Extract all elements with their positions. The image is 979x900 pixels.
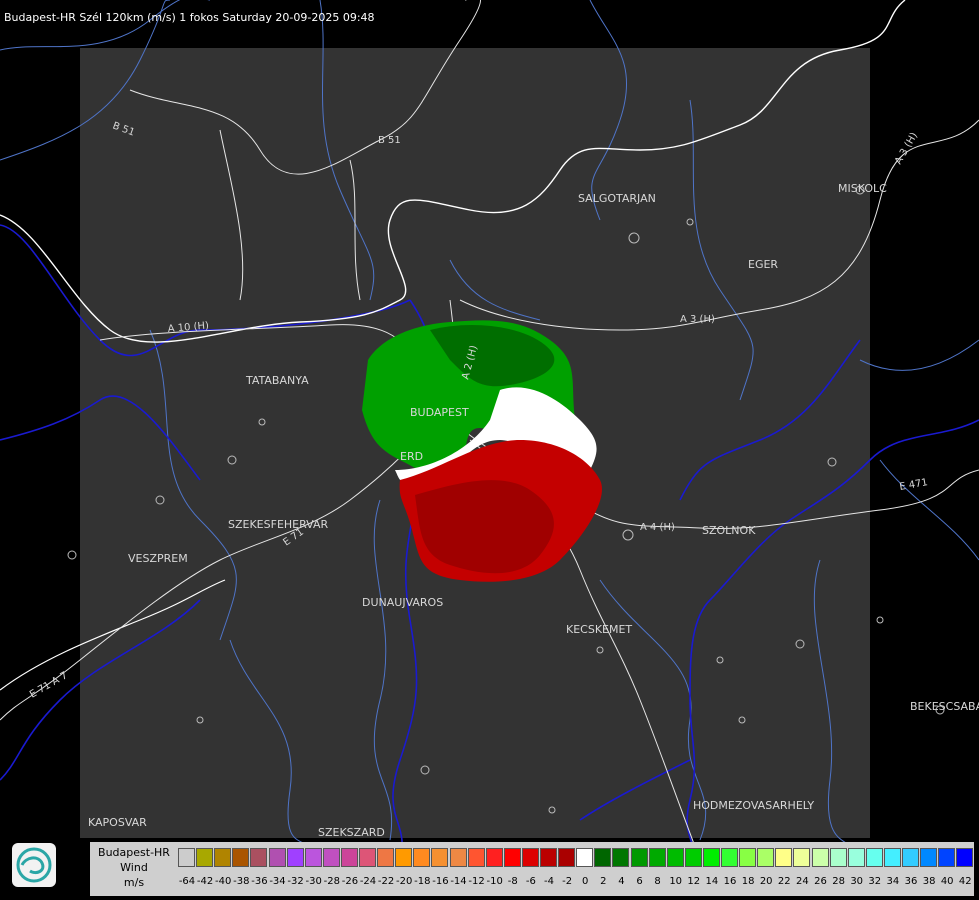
legend-swatch [413,848,431,867]
legend-swatch [576,848,594,867]
legend-swatch [684,848,702,867]
legend-caption: Budapest-HR Wind m/s [90,845,178,890]
legend-swatch [268,848,286,867]
legend-swatch [666,848,684,867]
road-label-e471: E 471 [899,477,929,493]
map-title: Budapest-HR Szél 120km (m/s) 1 fokos Sat… [4,11,375,24]
city-label-eger: EGER [748,258,778,271]
legend-swatch [558,848,576,867]
city-label-hodmezovasarhely: HODMEZOVASARHELY [693,799,814,812]
legend-swatch [883,848,901,867]
legend-swatch [811,848,829,867]
legend-swatch [196,848,214,867]
legend-swatch [286,848,304,867]
legend-swatch [920,848,938,867]
city-label-miskolc: MISKOLC [838,182,887,195]
city-label-erd: ERD [400,450,423,463]
legend-swatch [377,848,395,867]
legend-swatch [612,848,630,867]
city-label-szolnok: SZOLNOK [702,524,756,537]
city-label-budapest: BUDAPEST [410,406,469,419]
legend-swatch [395,848,413,867]
legend-swatch [467,848,485,867]
legend-swatch [721,848,738,867]
road-label-a3-north: A 3 (H) [680,314,715,325]
road-label-a4: A 4 (H) [640,522,675,533]
city-label-tatabanya: TATABANYA [245,374,309,387]
road-label-a3-east: A 3 (H) [893,131,920,167]
legend-swatch [702,848,720,867]
legend-swatch [304,848,322,867]
city-label-kaposvar: KAPOSVAR [88,816,147,829]
legend-station: Budapest-HR [98,846,170,859]
met-service-logo [12,843,56,887]
road-label-b51-east: B 51 [378,135,401,146]
city-label-veszprem: VESZPREM [128,552,188,565]
legend-swatch [340,848,358,867]
legend-tick-label: 42 [958,876,972,887]
legend-swatch [594,848,612,867]
legend-swatch [503,848,521,867]
legend-swatch [630,848,648,867]
legend-swatch [648,848,666,867]
legend-swatch [214,848,232,867]
legend-swatch [902,848,919,867]
legend-swatch [540,848,557,867]
legend-swatch [938,848,956,867]
legend-swatch [449,848,467,867]
legend-swatch [431,848,449,867]
legend-swatch [775,848,793,867]
legend-swatch [521,848,539,867]
legend-swatch [793,848,811,867]
city-label-kecskemet: KECSKEMET [566,623,632,636]
city-label-szekszard: SZEKSZARD [318,826,385,839]
legend-swatch [739,848,757,867]
legend-swatch [322,848,340,867]
city-label-salgotarjan: SALGOTARJAN [578,192,656,205]
velocity-legend: Budapest-HR Wind m/s -64 -42 -40 -38 -36 -34-… [90,842,974,896]
legend-swatch [956,848,974,867]
legend-swatch [232,848,250,867]
city-label-szekesfehervar: SZEKESFEHERVAR [228,518,329,531]
radar-map: SALGOTARJAN MISKOLC EGER TATABANYA BUDAP… [0,0,979,861]
legend-unit: m/s [123,876,145,889]
legend-swatch [359,848,376,867]
legend-quantity: Wind [120,861,148,874]
legend-swatch [178,848,195,867]
city-label-dunaujvaros: DUNAUJVAROS [362,596,443,609]
city-label-bekescsaba: BEKESCSABA [910,700,979,713]
legend-swatch [865,848,883,867]
legend-swatch [847,848,865,867]
legend-swatch [829,848,847,867]
legend-swatch [757,848,775,867]
legend-swatch [485,848,503,867]
legend-swatch [250,848,268,867]
